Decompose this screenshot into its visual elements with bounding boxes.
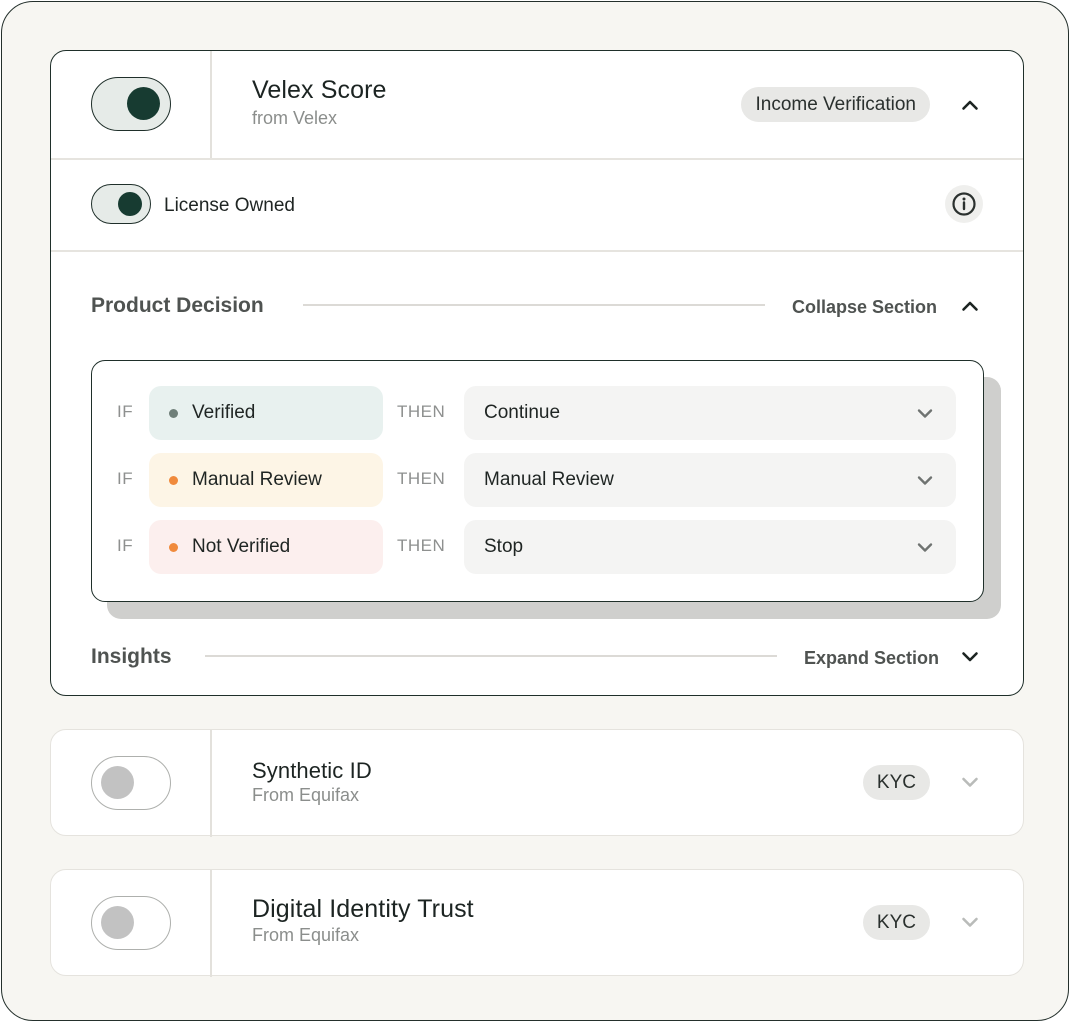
if-keyword: IF bbox=[117, 536, 134, 555]
info-icon bbox=[952, 192, 976, 216]
rule-condition: Not Verified bbox=[149, 520, 383, 574]
decision-rule: IF Not Verified THEN Stop bbox=[92, 520, 983, 574]
chevron-down-icon[interactable] bbox=[961, 773, 979, 791]
then-keyword: THEN bbox=[397, 402, 446, 421]
decision-rule: IF Verified THEN Continue bbox=[92, 386, 983, 440]
rule-condition: Manual Review bbox=[149, 453, 383, 507]
category-tag: KYC bbox=[862, 905, 930, 940]
section-title-insights: Insights bbox=[91, 645, 172, 668]
decision-rule: IF Manual Review THEN Manual Review bbox=[92, 453, 983, 507]
expand-section-button[interactable]: Expand Section bbox=[804, 648, 939, 669]
product-provider: From Equifax bbox=[252, 785, 360, 805]
action-select-value: Stop bbox=[484, 536, 524, 557]
chevron-down-icon bbox=[916, 404, 934, 422]
toggle-knob bbox=[101, 766, 134, 799]
action-select-value: Continue bbox=[484, 402, 561, 423]
toggle-knob bbox=[118, 192, 142, 216]
action-select[interactable]: Manual Review bbox=[464, 453, 956, 507]
chevron-up-icon[interactable] bbox=[961, 297, 979, 315]
toggle-knob bbox=[127, 87, 160, 120]
category-tag: KYC bbox=[862, 765, 930, 800]
condition-label: Not Verified bbox=[192, 536, 291, 557]
then-keyword: THEN bbox=[397, 469, 446, 488]
license-toggle[interactable] bbox=[91, 184, 151, 224]
if-keyword: IF bbox=[117, 469, 134, 488]
product-provider: from Velex bbox=[252, 108, 338, 128]
if-keyword: IF bbox=[117, 402, 134, 421]
section-divider bbox=[205, 655, 777, 657]
divider bbox=[51, 250, 1023, 252]
chevron-down-icon bbox=[916, 471, 934, 489]
section-divider bbox=[303, 304, 765, 306]
status-dot bbox=[169, 476, 178, 485]
product-provider: From Equifax bbox=[252, 925, 360, 945]
chevron-up-icon[interactable] bbox=[961, 96, 979, 114]
product-card-header[interactable]: Velex Score from Velex Income Verificati… bbox=[51, 51, 1023, 158]
header-divider bbox=[210, 51, 212, 158]
product-card-velex-score: Velex Score from Velex Income Verificati… bbox=[50, 50, 1024, 696]
condition-label: Manual Review bbox=[192, 469, 322, 490]
product-enable-toggle[interactable] bbox=[91, 756, 171, 810]
product-card-header[interactable]: Digital Identity Trust From Equifax KYC bbox=[51, 870, 1023, 977]
chevron-down-icon bbox=[916, 538, 934, 556]
header-divider bbox=[210, 730, 212, 837]
decision-rules: IF Verified THEN Continue IF Manual Revi… bbox=[91, 360, 984, 602]
status-dot bbox=[169, 543, 178, 552]
info-button[interactable] bbox=[945, 185, 983, 223]
license-label: License Owned bbox=[164, 195, 295, 216]
section-title-product-decision: Product Decision bbox=[91, 294, 264, 317]
header-divider bbox=[210, 870, 212, 977]
product-title: Synthetic ID bbox=[252, 758, 372, 783]
product-card-synthetic-id: Synthetic ID From Equifax KYC bbox=[50, 729, 1024, 837]
divider bbox=[51, 158, 1023, 160]
app-frame: Velex Score from Velex Income Verificati… bbox=[1, 1, 1069, 1021]
toggle-knob bbox=[101, 906, 134, 939]
chevron-down-icon[interactable] bbox=[961, 648, 979, 666]
then-keyword: THEN bbox=[397, 536, 446, 555]
action-select[interactable]: Stop bbox=[464, 520, 956, 574]
product-title: Velex Score bbox=[252, 76, 387, 104]
category-tag: Income Verification bbox=[741, 87, 930, 122]
rule-condition: Verified bbox=[149, 386, 383, 440]
product-enable-toggle[interactable] bbox=[91, 77, 171, 131]
chevron-down-icon[interactable] bbox=[961, 913, 979, 931]
product-card-header[interactable]: Synthetic ID From Equifax KYC bbox=[51, 730, 1023, 837]
product-title: Digital Identity Trust bbox=[252, 895, 474, 923]
product-card-digital-identity-trust: Digital Identity Trust From Equifax KYC bbox=[50, 869, 1024, 977]
action-select-value: Manual Review bbox=[484, 469, 614, 490]
collapse-section-button[interactable]: Collapse Section bbox=[792, 297, 937, 318]
condition-label: Verified bbox=[192, 402, 256, 423]
status-dot bbox=[169, 409, 178, 418]
action-select[interactable]: Continue bbox=[464, 386, 956, 440]
product-enable-toggle[interactable] bbox=[91, 896, 171, 950]
